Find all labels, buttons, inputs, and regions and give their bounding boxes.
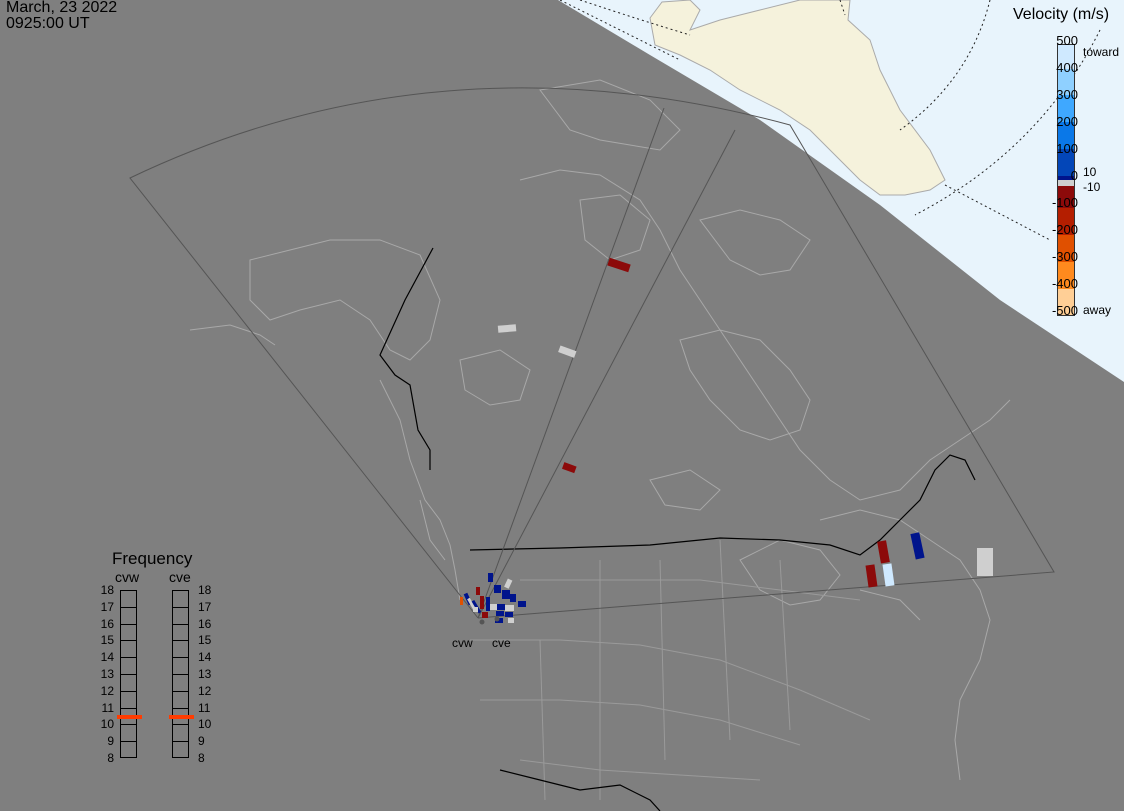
velocity-tick-label: 300 xyxy=(1056,87,1078,102)
mid-positive-label: 10 xyxy=(1083,165,1097,179)
frequency-tick-left: 14 xyxy=(100,650,114,665)
frequency-tick-left: 16 xyxy=(100,616,114,631)
frequency-tick-right: 12 xyxy=(198,683,212,698)
velocity-tick-label: 0 xyxy=(1070,168,1078,183)
toward-label: toward xyxy=(1083,45,1120,59)
frequency-tick-left: 9 xyxy=(107,734,114,749)
velocity-tick-label: -500 xyxy=(1051,303,1078,318)
national-borders xyxy=(379,247,976,811)
frequency-marker xyxy=(117,715,142,719)
velocity-tick-label: 500 xyxy=(1056,33,1078,48)
frequency-tick-right: 18 xyxy=(198,583,212,597)
time-label: 0925:00 UT xyxy=(6,15,90,32)
radar-label-cvw: cvw xyxy=(115,569,140,585)
frequency-tick-left: 8 xyxy=(107,751,114,765)
velocity-tick-label: -200 xyxy=(1051,222,1078,237)
velocity-tick-label: -100 xyxy=(1051,195,1078,210)
velocity-tick-label: 200 xyxy=(1056,114,1078,129)
state-boundaries xyxy=(470,539,871,801)
frequency-tick-left: 11 xyxy=(101,700,114,715)
frequency-tick-right: 15 xyxy=(198,633,212,648)
frequency-tick-left: 12 xyxy=(100,683,114,698)
mid-negative-label: -10 xyxy=(1083,180,1101,194)
frequency-tick-right: 17 xyxy=(198,599,212,614)
frequency-tick-left: 13 xyxy=(100,667,114,681)
frequency-tick-left: 10 xyxy=(100,717,114,732)
frequency-tick-right: 16 xyxy=(198,616,212,631)
date-label: March, 23 2022 xyxy=(6,0,118,16)
frequency-box-cve xyxy=(169,590,194,758)
velocity-scale-title: Velocity (m/s) xyxy=(1013,6,1110,23)
velocity-tick-label: -300 xyxy=(1051,249,1078,264)
velocity-tick-label: 100 xyxy=(1056,141,1078,156)
frequency-tick-right: 8 xyxy=(198,751,205,765)
frequency-tick-left: 15 xyxy=(100,633,114,648)
velocity-tick-label: 400 xyxy=(1056,60,1078,75)
site-label-cvw: cvw xyxy=(452,636,473,650)
frequency-marker xyxy=(169,715,194,719)
frequency-tick-right: 11 xyxy=(198,700,211,715)
frequency-tick-right: 10 xyxy=(198,717,212,732)
frequency-tick-left: 18 xyxy=(100,583,114,597)
frequency-tick-right: 14 xyxy=(198,650,212,665)
frequency-tick-right: 13 xyxy=(198,667,212,681)
velocity-tick-label: -400 xyxy=(1051,276,1078,291)
polar-map xyxy=(129,0,1124,811)
radar-label-cve: cve xyxy=(169,569,191,585)
site-label-cve: cve xyxy=(492,636,511,650)
frequency-box-cvw xyxy=(117,590,142,758)
frequency-tick-right: 9 xyxy=(198,734,205,749)
frequency-title: Frequency xyxy=(112,549,193,568)
frequency-tick-left: 17 xyxy=(100,599,114,614)
away-label: away xyxy=(1083,303,1112,317)
scatter-cells xyxy=(460,257,993,625)
